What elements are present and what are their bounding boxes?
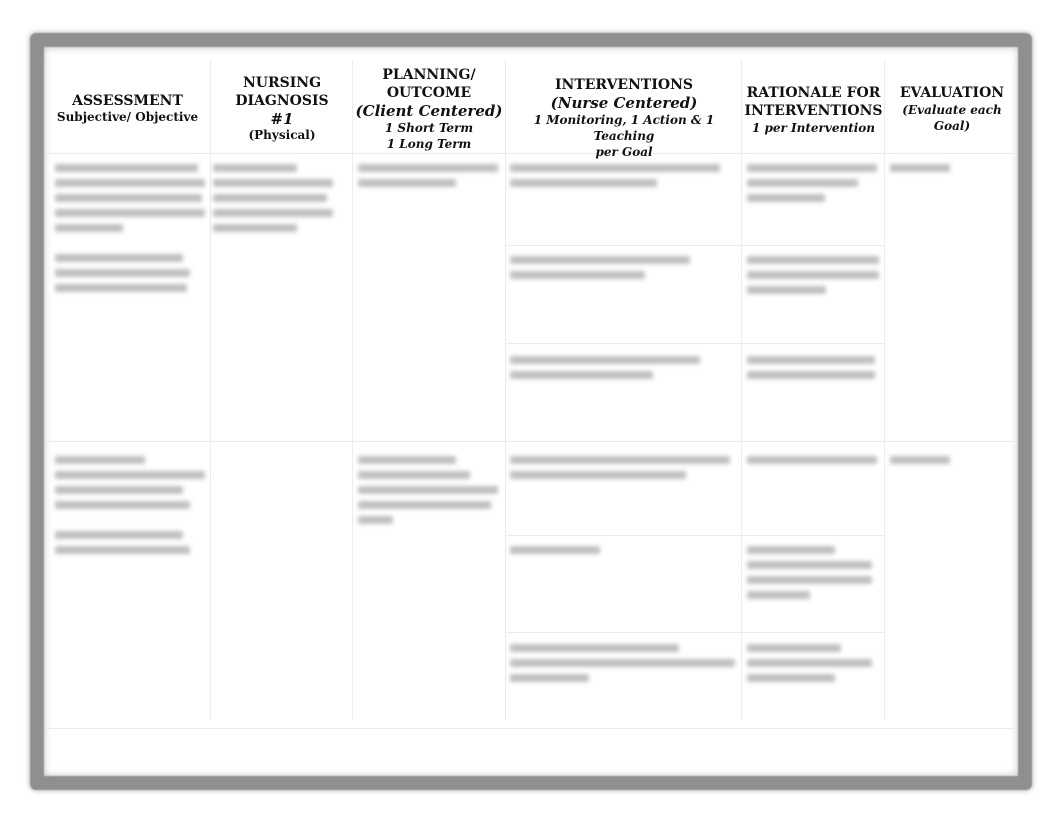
- column-divider: [884, 60, 885, 720]
- header-interventions: INTERVENTIONS (Nurse Centered) 1 Monitor…: [507, 76, 741, 160]
- header-note: 1 Monitoring, 1 Action & 1 Teaching: [533, 113, 715, 143]
- rationale-cell-redacted: [747, 546, 872, 606]
- rationale-cell-redacted: [747, 164, 877, 209]
- column-divider: [741, 60, 742, 720]
- header-note: Goal): [933, 119, 971, 133]
- header-title: NURSING: [242, 75, 322, 91]
- header-subtitle: Subjective/ Objective: [56, 110, 199, 124]
- intervention-cell-redacted: [510, 456, 730, 486]
- assessment-cell-redacted: [55, 456, 205, 561]
- header-title: INTERVENTIONS: [744, 103, 883, 119]
- header-evaluation: EVALUATION (Evaluate each Goal): [886, 84, 1018, 134]
- rationale-cell-redacted: [747, 456, 877, 471]
- assessment-cell-redacted: [55, 164, 205, 299]
- header-emphasis: (Client Centered): [355, 102, 503, 120]
- planning-cell-redacted: [358, 164, 498, 194]
- header-rationale: RATIONALE FOR INTERVENTIONS 1 per Interv…: [743, 84, 884, 136]
- header-title: RATIONALE FOR: [746, 85, 881, 101]
- header-note: 1 per Intervention: [751, 121, 876, 135]
- header-note: 1 Short Term: [384, 121, 474, 135]
- header-planning-outcome: PLANNING/ OUTCOME (Client Centered) 1 Sh…: [354, 66, 504, 152]
- evaluation-cell-redacted: [890, 456, 950, 471]
- header-number: #1: [270, 110, 294, 128]
- header-title: PLANNING/: [382, 67, 476, 83]
- evaluation-cell-redacted: [890, 164, 950, 179]
- header-assessment: ASSESSMENT Subjective/ Objective: [50, 92, 205, 125]
- intervention-cell-redacted: [510, 644, 735, 689]
- header-note: (Evaluate each: [902, 103, 1002, 117]
- header-title: OUTCOME: [386, 85, 472, 101]
- row-divider: [46, 728, 1016, 729]
- header-title: EVALUATION: [899, 85, 1005, 101]
- header-note: per Goal: [595, 145, 653, 159]
- intervention-cell-redacted: [510, 164, 720, 194]
- header-title: INTERVENTIONS: [555, 77, 693, 93]
- column-divider: [505, 60, 506, 720]
- row-divider: [505, 632, 885, 633]
- intervention-cell-redacted: [510, 546, 600, 561]
- column-divider: [352, 60, 353, 720]
- rationale-cell-redacted: [747, 356, 875, 386]
- header-title: DIAGNOSIS: [235, 93, 329, 109]
- header-nursing-diagnosis: NURSING DIAGNOSIS #1 (Physical): [212, 74, 352, 143]
- header-title: ASSESSMENT: [72, 93, 183, 109]
- rationale-cell-redacted: [747, 256, 879, 301]
- intervention-cell-redacted: [510, 356, 700, 386]
- diagnosis-cell-redacted: [213, 164, 333, 239]
- header-subtitle: (Physical): [248, 128, 316, 142]
- header-emphasis: (Nurse Centered): [550, 94, 698, 112]
- column-divider: [210, 60, 211, 720]
- rationale-cell-redacted: [747, 644, 872, 689]
- row-divider: [505, 343, 885, 344]
- intervention-cell-redacted: [510, 256, 690, 286]
- row-divider: [46, 441, 1016, 442]
- header-note: 1 Long Term: [386, 137, 472, 151]
- planning-cell-redacted: [358, 456, 498, 531]
- row-divider: [505, 245, 885, 246]
- row-divider: [505, 535, 885, 536]
